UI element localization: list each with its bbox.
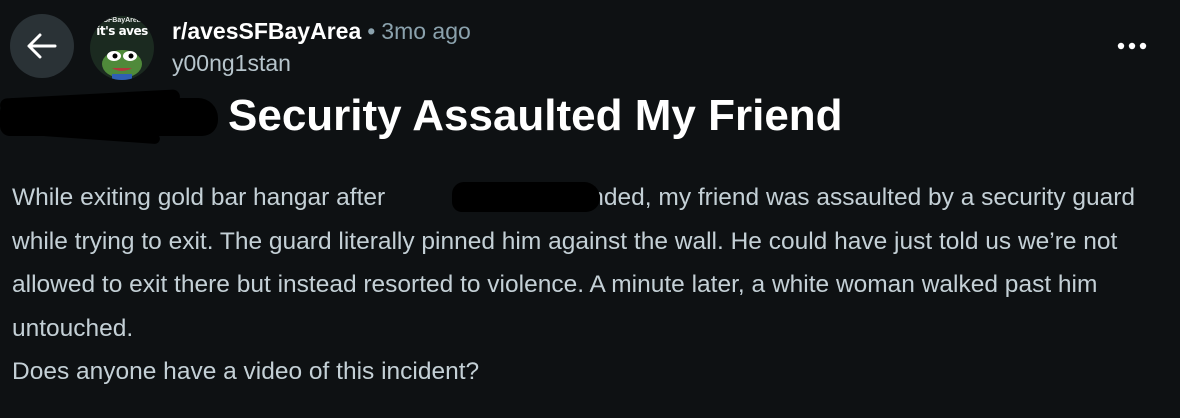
more-horizontal-icon [1117, 42, 1147, 50]
subreddit-link[interactable]: r/avesSFBayArea [172, 18, 361, 44]
body-paragraph-2: Does anyone have a video of this inciden… [12, 358, 480, 385]
redaction-mark [452, 182, 600, 212]
subreddit-avatar[interactable]: SFBayArea it's aves [90, 16, 154, 80]
body-text-segment: set ended, my friend was assaulted by a [537, 184, 975, 211]
body-text-segment: While exiting gold bar hangar after [12, 184, 386, 211]
post-title: Security Assaulted My Friend [228, 91, 843, 140]
post-timestamp: 3mo ago [381, 18, 471, 44]
post-meta: r/avesSFBayArea • 3mo ago [172, 16, 471, 46]
meta-separator: • [367, 18, 376, 44]
arrow-left-icon [27, 33, 57, 59]
more-options-button[interactable] [1112, 30, 1152, 62]
frog-icon [102, 50, 142, 80]
author-username[interactable]: y00ng1stan [172, 48, 291, 78]
back-button[interactable] [10, 14, 74, 78]
